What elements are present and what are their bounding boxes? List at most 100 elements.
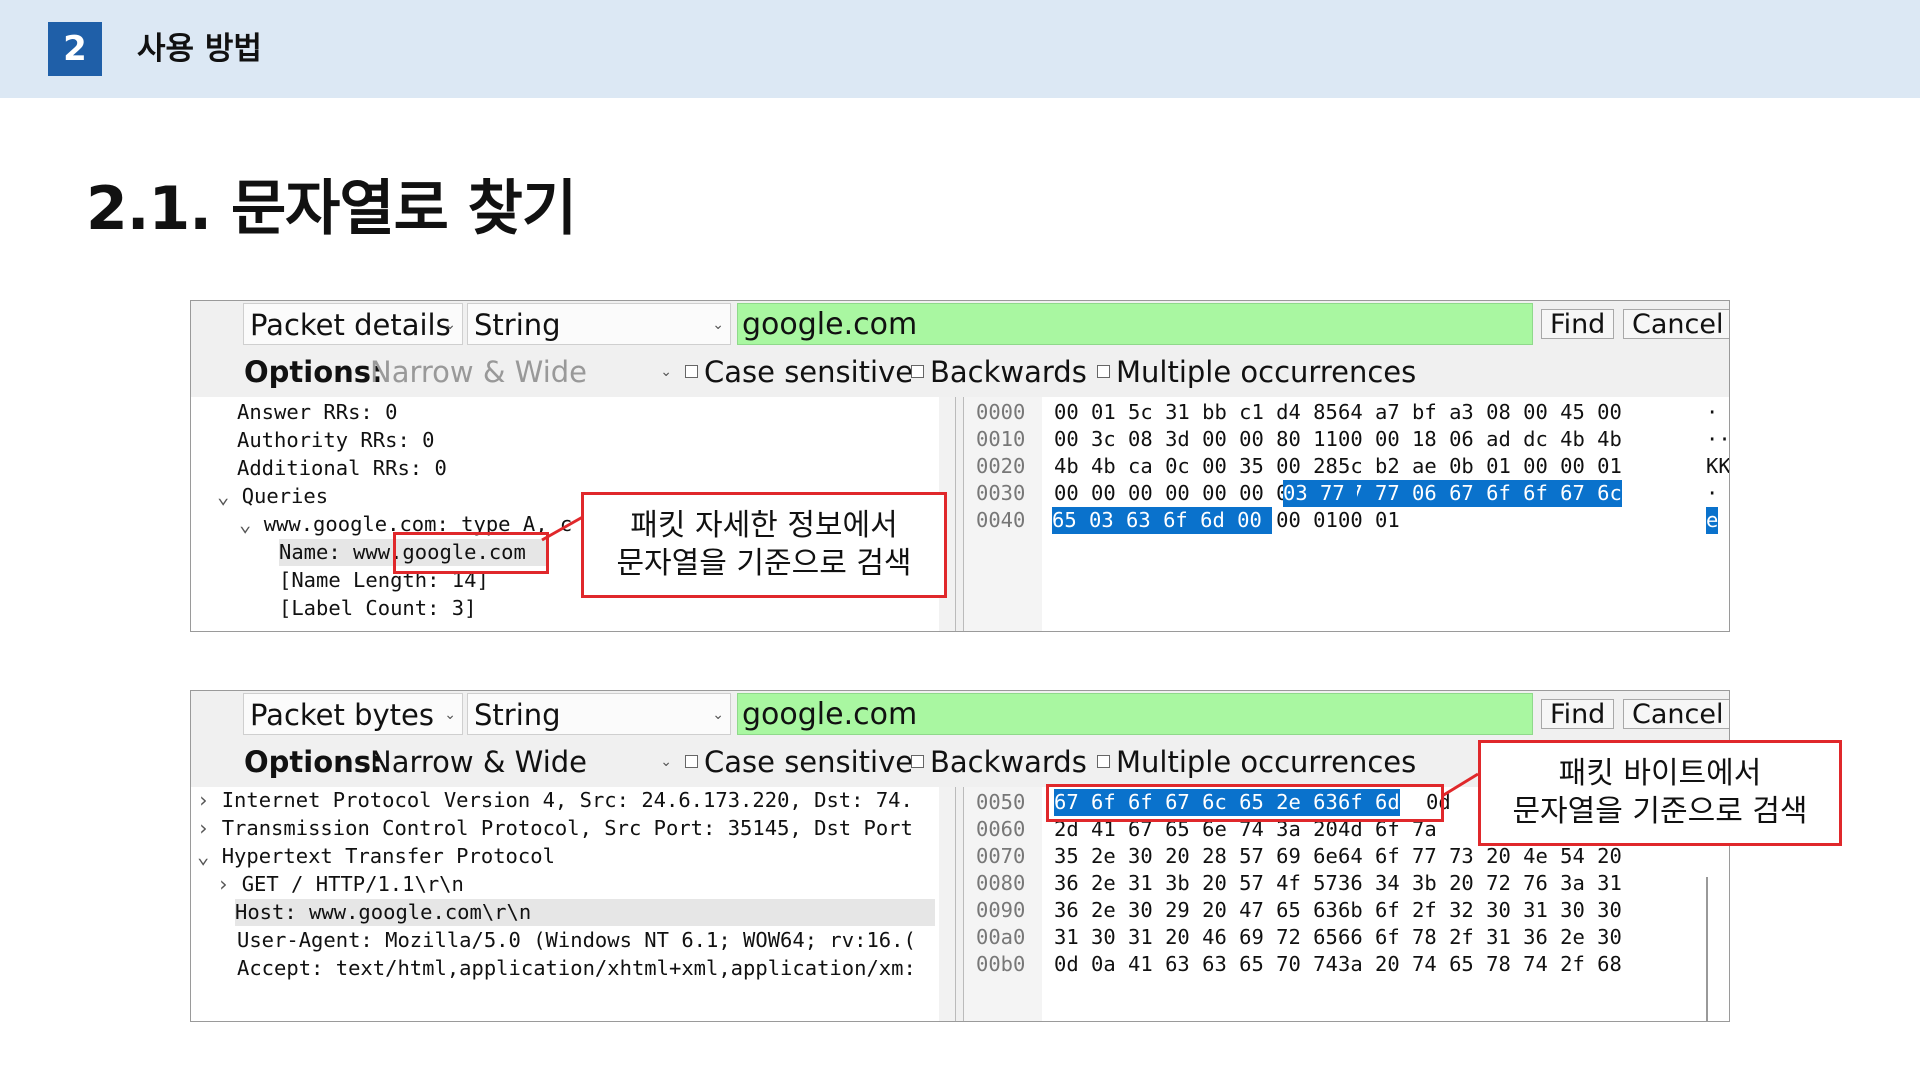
search-type-value: String [474, 308, 561, 342]
tree-item[interactable]: › Transmission Control Protocol, Src Por… [197, 815, 913, 842]
hex-bytes[interactable]: 3a 20 74 65 78 74 2f 68 [1338, 951, 1622, 978]
hex-offset: 0080 [976, 871, 1026, 895]
tree-item-host-selected[interactable]: Host: www.google.com\r\n [235, 899, 935, 926]
tree-item-label: Hypertext Transfer Protocol [221, 844, 555, 868]
hex-selection-end: 65 03 63 6f 6d 00 [1052, 507, 1272, 534]
ascii-col: · [1706, 400, 1719, 424]
options-label: Options: [244, 355, 383, 389]
options-label: Options: [244, 745, 383, 779]
ascii-col: ·· [1706, 427, 1730, 451]
search-scope-select[interactable]: Packet bytes ⌄ [243, 693, 463, 735]
hex-bytes[interactable]: 0d 0a 41 63 63 65 70 74 [1054, 951, 1338, 978]
chevron-right-icon[interactable]: › [217, 872, 242, 896]
multiple-occurrences-checkbox[interactable]: Multiple occurrences [1097, 351, 1416, 393]
hex-bytes[interactable]: 5c b2 ae 0b 01 00 00 01 [1338, 453, 1622, 480]
hex-bytes[interactable]: 00 00 18 06 ad dc 4b 4b [1338, 426, 1622, 453]
hex-offset: 0010 [976, 427, 1026, 451]
hex-offset: 00a0 [976, 925, 1026, 949]
chevron-down-icon: ⌄ [444, 707, 456, 723]
hex-offset: 0040 [976, 508, 1026, 532]
callout-bytes: 패킷 바이트에서 문자열을 기준으로 검색 [1478, 740, 1842, 846]
charset-select[interactable]: Narrow & Wide ⌄ [366, 351, 678, 393]
search-input[interactable]: google.com [737, 693, 1533, 735]
chevron-down-icon: ⌄ [660, 364, 672, 380]
hex-bytes-selected[interactable]: 77 77 06 67 6f 6f 67 6c [1338, 480, 1622, 507]
case-sensitive-label: Case sensitive [704, 745, 914, 779]
cancel-button[interactable]: Cancel [1623, 699, 1729, 730]
hex-offset: 0090 [976, 898, 1026, 922]
callout-line: 패킷 자세한 정보에서 [630, 508, 898, 543]
tree-item-queries[interactable]: ⌄ Queries [217, 483, 328, 510]
chevron-down-icon: ⌄ [712, 707, 724, 723]
checkbox-icon [1097, 755, 1110, 768]
search-type-select[interactable]: String ⌄ [467, 693, 731, 735]
chevron-down-icon: ⌄ [660, 754, 672, 770]
charset-select[interactable]: Narrow & Wide ⌄ [366, 741, 678, 783]
tree-item-label: GET / HTTP/1.1\r\n [241, 872, 464, 896]
hex-bytes[interactable]: 66 6f 78 2f 31 36 2e 30 [1338, 924, 1622, 951]
hex-offset: 00b0 [976, 952, 1026, 976]
checkbox-icon [911, 365, 924, 378]
search-type-value: String [474, 698, 561, 732]
chevron-down-icon: ⌄ [444, 317, 456, 333]
chevron-down-icon[interactable]: ⌄ [217, 484, 242, 508]
tree-item[interactable]: Authority RRs: 0 [237, 427, 434, 454]
hex-bytes[interactable]: 31 30 31 20 46 69 72 65 [1054, 924, 1338, 951]
hex-bytes[interactable]: 36 2e 31 3b 20 57 4f 57 [1054, 870, 1338, 897]
chevron-down-icon[interactable]: ⌄ [197, 844, 222, 868]
tree-item[interactable]: › Internet Protocol Version 4, Src: 24.6… [197, 787, 913, 814]
hex-bytes[interactable]: 6b 6f 2f 32 30 31 30 30 [1338, 897, 1622, 924]
hex-bytes[interactable]: 36 34 3b 20 72 76 3a 31 [1338, 870, 1622, 897]
slide-header: 2 사용 방법 [0, 0, 1920, 98]
hex-bytes[interactable]: 00 01 5c 31 bb c1 d4 85 [1054, 399, 1338, 426]
hex-bytes[interactable]: 4b 4b ca 0c 00 35 00 28 [1054, 453, 1338, 480]
tree-item-label: Queries [241, 484, 329, 508]
hex-bytes[interactable]: 64 a7 bf a3 08 00 45 00 [1338, 399, 1622, 426]
tree-item-label: Internet Protocol Version 4, Src: 24.6.1… [221, 788, 913, 812]
hex-offset: 0020 [976, 454, 1026, 478]
hex-bytes[interactable]: 64 6f 77 73 20 4e 54 20 [1338, 843, 1622, 870]
scrollbar[interactable] [1706, 877, 1708, 1021]
scrollbar[interactable] [939, 787, 955, 1021]
multiple-occurrences-checkbox[interactable]: Multiple occurrences [1097, 741, 1416, 783]
section-number-badge: 2 [48, 22, 102, 76]
chevron-right-icon[interactable]: › [197, 788, 222, 812]
tree-item[interactable]: [Label Count: 3] [279, 595, 476, 622]
callout-line: 패킷 바이트에서 [1558, 756, 1762, 791]
hex-offset: 0060 [976, 817, 1026, 841]
ascii-col: · [1706, 481, 1719, 505]
backwards-checkbox[interactable]: Backwards [911, 351, 1087, 393]
tree-item[interactable]: Answer RRs: 0 [237, 399, 397, 426]
case-sensitive-checkbox[interactable]: Case sensitive [685, 351, 913, 393]
tree-item[interactable]: Additional RRs: 0 [237, 455, 447, 482]
tree-item[interactable]: › GET / HTTP/1.1\r\n [217, 871, 464, 898]
find-button[interactable]: Find [1541, 699, 1615, 730]
hex-bytes[interactable]: 00 01 [1338, 507, 1400, 534]
hex-bytes[interactable]: 00 3c 08 3d 00 00 80 11 [1054, 426, 1338, 453]
chevron-down-icon[interactable]: ⌄ [239, 512, 264, 536]
case-sensitive-checkbox[interactable]: Case sensitive [685, 741, 913, 783]
packet-details-tree[interactable]: › Internet Protocol Version 4, Src: 24.6… [191, 787, 956, 1021]
search-scope-value: Packet details [250, 308, 451, 342]
search-scope-select[interactable]: Packet details ⌄ [243, 303, 463, 345]
checkbox-icon [911, 755, 924, 768]
chevron-down-icon: ⌄ [712, 317, 724, 333]
hex-bytes[interactable]: 35 2e 30 20 28 57 69 6e [1054, 843, 1338, 870]
search-input[interactable]: google.com [737, 303, 1533, 345]
hex-selection-start: 03 77 [1283, 480, 1357, 507]
tree-item[interactable]: User-Agent: Mozilla/5.0 (Windows NT 6.1;… [237, 927, 916, 954]
charset-value: Narrow & Wide [370, 745, 588, 779]
tree-item[interactable]: Accept: text/html,application/xhtml+xml,… [237, 955, 916, 982]
tree-item[interactable]: ⌄ Hypertext Transfer Protocol [197, 843, 555, 870]
callout-line: 문자열을 기준으로 검색 [616, 546, 912, 581]
find-button[interactable]: Find [1541, 309, 1615, 340]
callout-details: 패킷 자세한 정보에서 문자열을 기준으로 검색 [581, 492, 947, 598]
hex-bytes[interactable]: 36 2e 30 29 20 47 65 63 [1054, 897, 1338, 924]
chevron-right-icon[interactable]: › [197, 816, 222, 840]
callout-connector [1441, 772, 1479, 798]
cancel-button[interactable]: Cancel [1623, 309, 1729, 340]
search-scope-value: Packet bytes [250, 698, 434, 732]
hex-offset: 0050 [976, 790, 1026, 814]
backwards-checkbox[interactable]: Backwards [911, 741, 1087, 783]
search-type-select[interactable]: String ⌄ [467, 303, 731, 345]
